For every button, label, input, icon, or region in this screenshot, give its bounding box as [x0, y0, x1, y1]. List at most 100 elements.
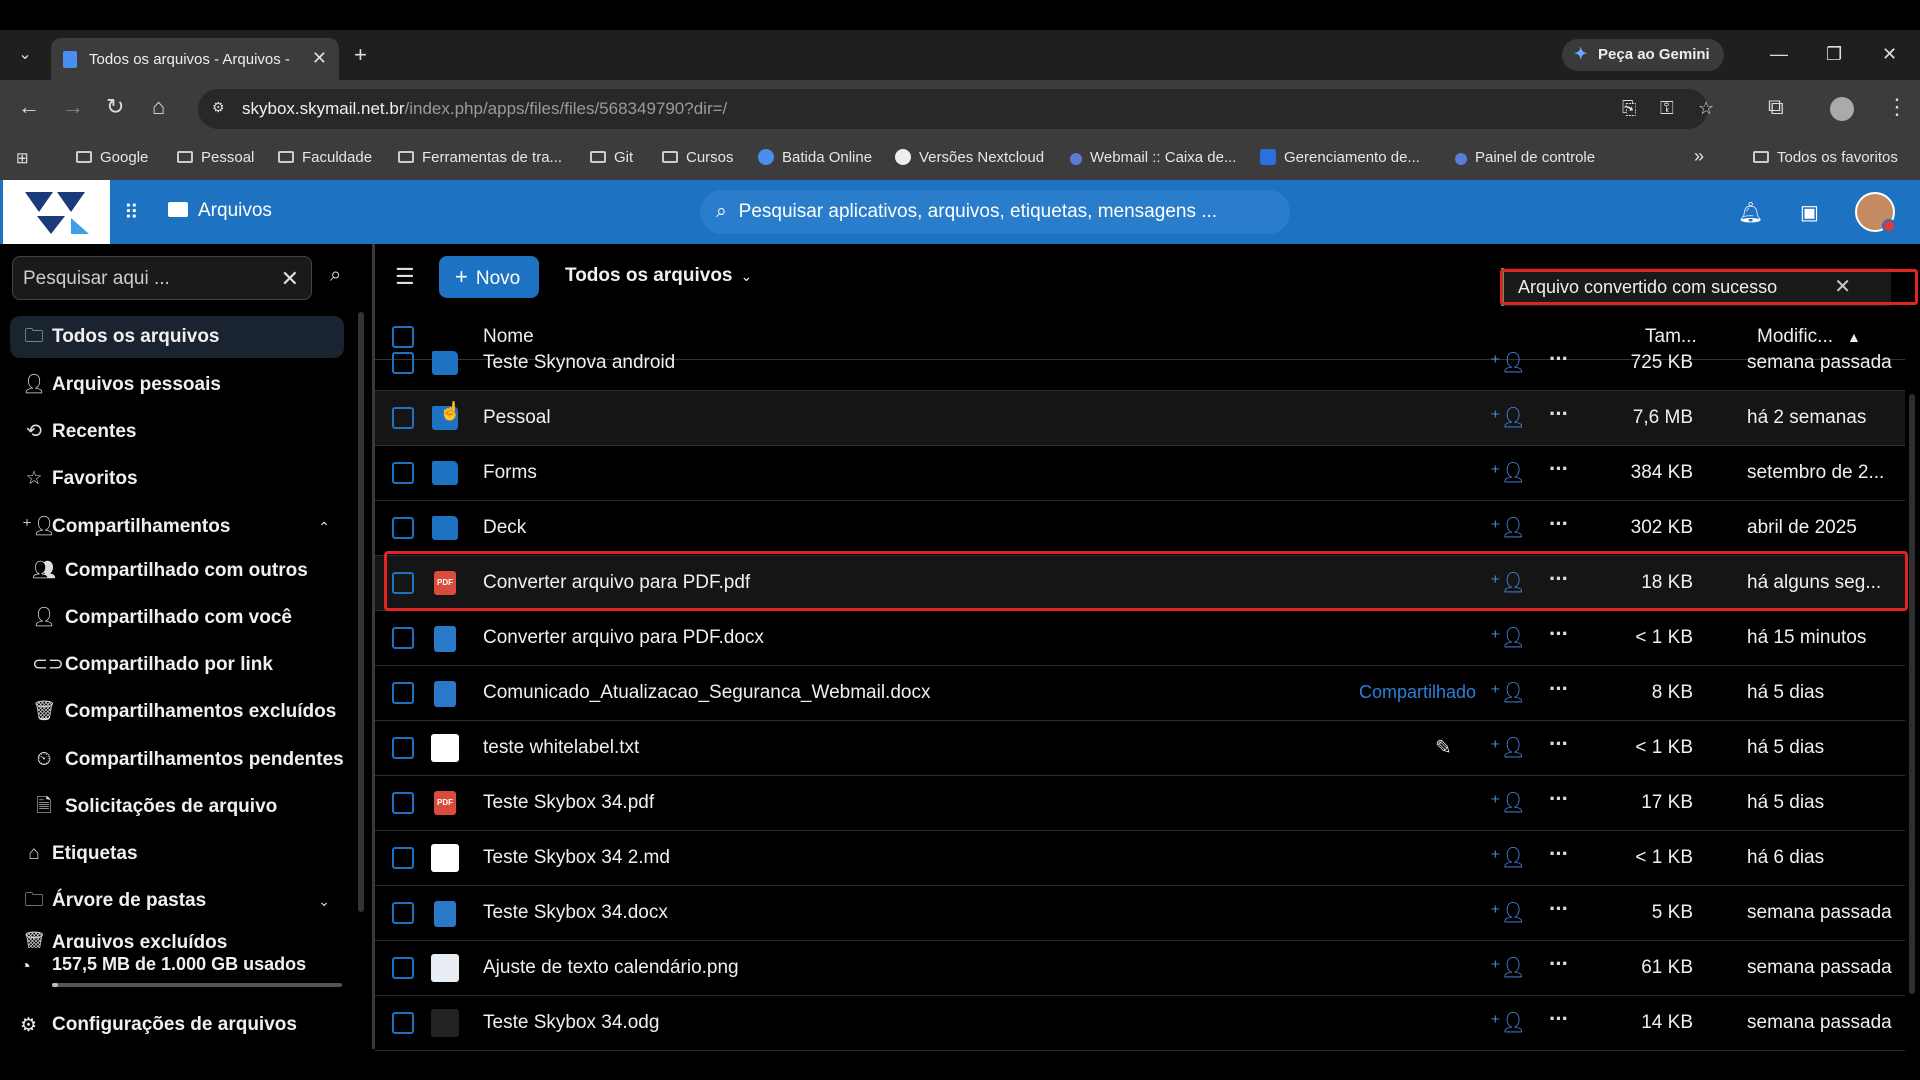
table-row[interactable]: Teste Skybox 34.odg ⁺👤︎ ··· 14 KB semana pas…: [375, 996, 1905, 1051]
table-row[interactable]: Forms ⁺👤︎ ··· 384 KB setembro de 2...: [375, 446, 1905, 501]
skymail-logo[interactable]: [3, 180, 110, 244]
file-name[interactable]: Converter arquivo para PDF.docx: [483, 627, 764, 649]
nav-arquivos-excluidos[interactable]: 🗑︎ Arquivos excluídos: [10, 928, 344, 948]
new-button[interactable]: + Novo: [439, 256, 539, 298]
home-icon[interactable]: ⌂: [152, 96, 165, 118]
nav-compartilhado-por-link[interactable]: ⊂⊃ Compartilhado por link: [10, 644, 344, 686]
row-checkbox[interactable]: [392, 462, 414, 484]
row-checkbox[interactable]: [392, 957, 414, 979]
chevron-up-icon[interactable]: ⌃: [318, 506, 330, 548]
share-user-plus-icon[interactable]: ⁺👤︎: [1490, 515, 1526, 540]
profile-avatar-icon[interactable]: [1830, 97, 1854, 121]
chrome-menu-icon[interactable]: ⋮: [1886, 96, 1908, 118]
share-user-plus-icon[interactable]: ⁺👤︎: [1490, 350, 1526, 375]
share-user-plus-icon[interactable]: ⁺👤︎: [1490, 460, 1526, 485]
site-info-icon[interactable]: ⚙: [212, 99, 232, 119]
app-files-link[interactable]: Arquivos: [168, 200, 272, 222]
table-row[interactable]: PDF Teste Skybox 34.pdf ⁺👤︎ ··· 17 KB há 5 di…: [375, 776, 1905, 831]
app-menu-grid-icon[interactable]: ⠿: [124, 200, 139, 225]
omnibox[interactable]: ⚙ skybox.skymail.net.br/index.php/apps/f…: [198, 89, 1714, 129]
table-row[interactable]: Teste Skybox 34 2.md ⁺👤︎ ··· < 1 KB há 6 dia…: [375, 831, 1905, 886]
nav-etiquetas[interactable]: ⌂ Etiquetas: [10, 833, 344, 875]
nav-compartilhamentos[interactable]: ⁺👤︎ Compartilhamentos ⌃: [10, 506, 344, 548]
minimize-icon[interactable]: —: [1770, 44, 1788, 65]
share-user-plus-icon[interactable]: ⁺👤︎: [1490, 900, 1526, 925]
file-name[interactable]: Pessoal: [483, 407, 551, 429]
row-checkbox[interactable]: [392, 352, 414, 374]
row-checkbox[interactable]: [392, 517, 414, 539]
row-checkbox[interactable]: [392, 737, 414, 759]
shared-label[interactable]: Compartilhado: [1359, 682, 1476, 703]
row-checkbox[interactable]: [392, 407, 414, 429]
file-name[interactable]: Comunicado_Atualizacao_Seguranca_Webmail…: [483, 682, 930, 704]
file-name[interactable]: Forms: [483, 462, 537, 484]
extensions-icon[interactable]: ⧉: [1768, 96, 1784, 118]
tab-search-chevron-icon[interactable]: ⌄: [14, 44, 36, 66]
table-row[interactable]: Teste Skynova android ⁺👤︎ ··· 725 KB semana …: [375, 336, 1905, 391]
nav-recentes[interactable]: ⟲ Recentes: [10, 411, 344, 453]
reload-icon[interactable]: ↻: [106, 96, 124, 118]
share-user-plus-icon[interactable]: ⁺👤︎: [1490, 1010, 1526, 1035]
password-key-icon[interactable]: ⚿: [1660, 98, 1674, 119]
back-icon[interactable]: ←: [18, 96, 40, 118]
bookmark-pessoal[interactable]: Pessoal: [177, 149, 254, 166]
bookmark-faculdade[interactable]: Faculdade: [278, 149, 372, 166]
row-checkbox[interactable]: [392, 902, 414, 924]
table-row[interactable]: Teste Skybox 34.docx ⁺👤︎ ··· 5 KB semana pas…: [375, 886, 1905, 941]
breadcrumb[interactable]: Todos os arquivos ⌄: [565, 265, 752, 287]
table-row[interactable]: Comunicado_Atualizacao_Seguranca_Webmail…: [375, 666, 1905, 721]
share-user-plus-icon[interactable]: ⁺👤︎: [1490, 790, 1526, 815]
nav-solicitacoes-de-arquivo[interactable]: 🗎︎ Solicitações de arquivo: [10, 786, 344, 828]
apps-grid-icon[interactable]: ⊞: [16, 149, 29, 167]
table-row[interactable]: Ajuste de texto calendário.png ⁺👤︎ ··· 61 K…: [375, 941, 1905, 996]
share-user-plus-icon[interactable]: ⁺👤︎: [1490, 680, 1526, 705]
nav-compartilhamentos-excluidos[interactable]: 🗑︎ Compartilhamentos excluídos: [10, 691, 344, 733]
file-name[interactable]: Teste Skybox 34.odg: [483, 1012, 659, 1034]
window-close-icon[interactable]: ✕: [1882, 44, 1897, 65]
bookmark-webmail[interactable]: Webmail :: Caixa de...: [1070, 149, 1236, 166]
row-checkbox[interactable]: [392, 847, 414, 869]
edit-pencil-icon[interactable]: ✎: [1435, 735, 1452, 760]
bookmark-star-icon[interactable]: ☆: [1698, 98, 1714, 119]
nav-compartilhamentos-pendentes[interactable]: ⏲ Compartilhamentos pendentes: [10, 739, 344, 781]
user-avatar[interactable]: [1855, 192, 1896, 233]
share-user-plus-icon[interactable]: ⁺👤︎: [1490, 405, 1526, 430]
forward-icon[interactable]: →: [62, 96, 84, 118]
sidebar-search-input[interactable]: Pesquisar aqui ... ✕: [12, 256, 312, 300]
bookmark-ferramentas[interactable]: Ferramentas de tra...: [398, 149, 562, 166]
contacts-icon[interactable]: ▣: [1800, 200, 1819, 225]
new-tab-plus-icon[interactable]: +: [354, 44, 367, 66]
row-checkbox[interactable]: [392, 1012, 414, 1034]
share-user-plus-icon[interactable]: ⁺👤︎: [1490, 735, 1526, 760]
gemini-button[interactable]: ✦ Peça ao Gemini: [1562, 39, 1724, 71]
nav-compartilhado-com-outros[interactable]: 👥︎ Compartilhado com outros: [10, 550, 344, 592]
bookmark-git[interactable]: Git: [590, 149, 633, 166]
nav-favoritos[interactable]: ☆ Favoritos: [10, 458, 344, 500]
share-user-plus-icon[interactable]: ⁺👤︎: [1490, 955, 1526, 980]
clear-search-icon[interactable]: ✕: [281, 266, 299, 292]
file-name[interactable]: Teste Skybox 34 2.md: [483, 847, 670, 869]
row-checkbox[interactable]: [392, 627, 414, 649]
share-user-plus-icon[interactable]: ⁺👤︎: [1490, 625, 1526, 650]
bookmark-cursos[interactable]: Cursos: [662, 149, 734, 166]
share-user-plus-icon[interactable]: ⁺👤︎: [1490, 845, 1526, 870]
file-name[interactable]: Teste Skybox 34.docx: [483, 902, 668, 924]
nav-arquivos-pessoais[interactable]: 👤︎ Arquivos pessoais: [10, 364, 344, 406]
unified-search[interactable]: ⌕ Pesquisar aplicativos, arquivos, etique…: [700, 190, 1290, 234]
row-checkbox[interactable]: [392, 792, 414, 814]
bookmark-versoes-nextcloud[interactable]: Versões Nextcloud: [895, 149, 1044, 166]
browser-tab-active[interactable]: Todos os arquivos - Arquivos - ✕: [51, 38, 339, 80]
table-row[interactable]: teste whitelabel.txt ✎ ⁺👤︎ ··· < 1 KB há 5 di…: [375, 721, 1905, 776]
search-icon[interactable]: ⌕: [330, 264, 341, 287]
bookmark-google[interactable]: Google: [76, 149, 148, 166]
file-name[interactable]: Ajuste de texto calendário.png: [483, 957, 739, 979]
file-name[interactable]: Teste Skynova android: [483, 352, 675, 374]
nav-todos-arquivos[interactable]: 🗀︎ Todos os arquivos: [10, 316, 344, 358]
table-row[interactable]: Converter arquivo para PDF.docx ⁺👤︎ ··· < 1…: [375, 611, 1905, 666]
files-settings[interactable]: ⚙ Configurações de arquivos: [20, 1014, 297, 1036]
bookmark-batida-online[interactable]: Batida Online: [758, 149, 872, 166]
table-row[interactable]: Deck ⁺👤︎ ··· 302 KB abril de 2025: [375, 501, 1905, 556]
storage-quota[interactable]: ◔ 157,5 MB de 1.000 GB usados: [20, 954, 350, 987]
row-checkbox[interactable]: [392, 682, 414, 704]
file-name[interactable]: teste whitelabel.txt: [483, 737, 639, 759]
